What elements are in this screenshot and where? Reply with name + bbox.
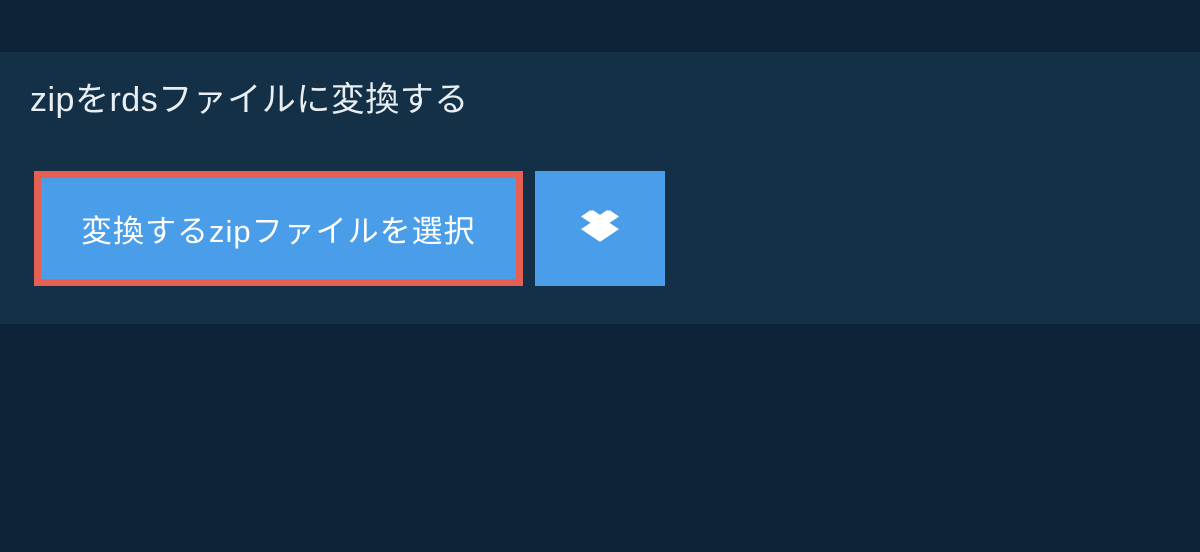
page-title: zipをrdsファイルに変換する bbox=[30, 72, 469, 121]
dropbox-button[interactable] bbox=[535, 171, 665, 286]
select-file-button[interactable]: 変換するzipファイルを選択 bbox=[34, 171, 523, 286]
button-row: 変換するzipファイルを選択 bbox=[0, 141, 1200, 324]
dropbox-icon bbox=[581, 207, 619, 250]
header: zipをrdsファイルに変換する bbox=[0, 52, 499, 141]
select-file-label: 変換するzipファイルを選択 bbox=[81, 206, 476, 251]
converter-panel: zipをrdsファイルに変換する 変換するzipファイルを選択 bbox=[0, 52, 1200, 324]
